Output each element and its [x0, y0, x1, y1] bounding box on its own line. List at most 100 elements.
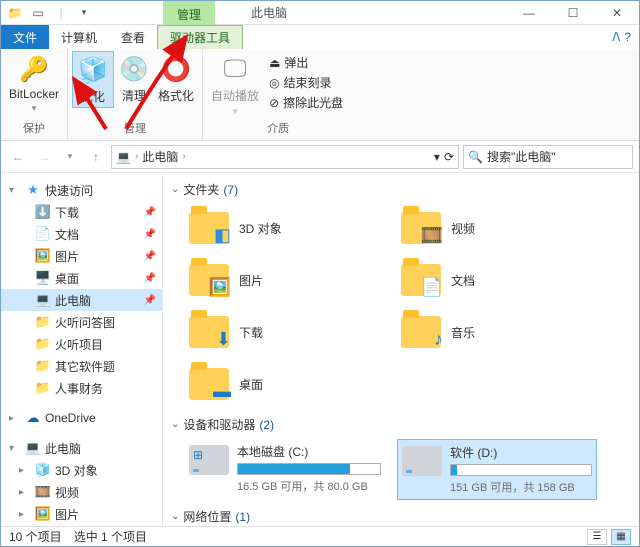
ribbon: 🔑 BitLocker ▾ 保护 🧊 优化 💿 清理 ⭕ 格式化 管理	[1, 49, 639, 141]
nav-up-button[interactable]: ↑	[85, 146, 107, 168]
quick-access-toolbar: 📁 ▭ | ▾	[1, 3, 98, 23]
folder-3d-objects[interactable]: ◧3D 对象	[185, 204, 385, 252]
eject-icon: ⏏	[269, 56, 280, 70]
tab-view[interactable]: 查看	[109, 25, 157, 49]
autoplay-label: 自动播放	[211, 87, 259, 104]
folder-pictures[interactable]: 🖼️图片	[185, 256, 385, 304]
folder-icon: 📁	[35, 336, 51, 352]
nav-forward-button[interactable]: →	[33, 146, 55, 168]
autoplay-icon: 🖵	[219, 53, 251, 85]
nav-downloads[interactable]: ⬇️下载📌	[1, 201, 162, 223]
folders-grid: ◧3D 对象 🎞️视频 🖼️图片 📄文档 ⬇下载 ♪音乐 ▬桌面	[185, 204, 631, 408]
status-bar: 10 个项目 选中 1 个项目 ☰ ▦	[1, 526, 639, 546]
erase-icon: ⊘	[269, 96, 279, 110]
drive-c[interactable]: ⊞ 本地磁盘 (C:) 16.5 GB 可用，共 80.0 GB	[185, 439, 385, 500]
details-view-button[interactable]: ☰	[587, 529, 607, 545]
breadcrumb-dropdown-icon[interactable]: ▾	[434, 150, 440, 164]
folder-icon: 📁	[35, 358, 51, 374]
dropdown-icon: ▾	[233, 106, 238, 117]
autoplay-button[interactable]: 🖵 自动播放 ▾	[207, 51, 263, 119]
content-pane: ⌄ 文件夹 (7) ◧3D 对象 🎞️视频 🖼️图片 📄文档 ⬇下载 ♪音乐 ▬…	[163, 173, 639, 529]
icons-view-button[interactable]: ▦	[611, 529, 631, 545]
erase-disc-button[interactable]: ⊘擦除此光盘	[267, 93, 345, 112]
group-header-network[interactable]: ⌄ 网络位置 (1)	[171, 508, 631, 525]
pc-icon: 💻	[35, 292, 51, 308]
folder-videos[interactable]: 🎞️视频	[397, 204, 597, 252]
nav-pictures[interactable]: 🖼️图片📌	[1, 245, 162, 267]
folder-documents[interactable]: 📄文档	[397, 256, 597, 304]
optimize-button[interactable]: 🧊 优化	[72, 51, 114, 108]
chevron-right-icon: ▸	[19, 465, 31, 476]
folder-music[interactable]: ♪音乐	[397, 308, 597, 356]
qat-dropdown-icon[interactable]: ▾	[74, 3, 94, 23]
drive-capacity-text: 151 GB 可用，共 158 GB	[450, 479, 592, 495]
chevron-down-icon: ⌄	[171, 511, 179, 522]
nav-quick-access[interactable]: ▾★快速访问	[1, 179, 162, 201]
nav-this-pc-root[interactable]: ▾💻此电脑	[1, 437, 162, 459]
refresh-icon[interactable]: ⟳	[444, 150, 454, 164]
drive-capacity-text: 16.5 GB 可用，共 80.0 GB	[237, 478, 381, 494]
group-header-folders[interactable]: ⌄ 文件夹 (7)	[171, 181, 631, 198]
tab-computer[interactable]: 计算机	[49, 25, 109, 49]
ribbon-group-manage: 🧊 优化 💿 清理 ⭕ 格式化 管理	[68, 49, 203, 140]
eject-button[interactable]: ⏏弹出	[267, 53, 345, 72]
nav-recent-button[interactable]: ▾	[59, 146, 81, 168]
folder-desktop[interactable]: ▬桌面	[185, 360, 385, 408]
chevron-right-icon: ▸	[19, 509, 31, 520]
pin-icon: 📌	[144, 229, 156, 240]
nav-pc-3d[interactable]: ▸🧊3D 对象	[1, 459, 162, 481]
nav-folder-2[interactable]: 📁火听项目	[1, 333, 162, 355]
breadcrumb-root[interactable]: 此电脑	[142, 148, 178, 165]
pc-icon: 💻	[116, 150, 131, 164]
chevron-right-icon: ›	[135, 151, 138, 162]
properties-icon[interactable]: ▭	[28, 3, 48, 23]
nav-pc-pictures[interactable]: ▸🖼️图片	[1, 503, 162, 525]
chevron-down-icon: ⌄	[171, 419, 179, 430]
group-header-devices[interactable]: ⌄ 设备和驱动器 (2)	[171, 416, 631, 433]
finish-burn-button[interactable]: ◎结束刻录	[267, 73, 345, 92]
format-icon: ⭕	[160, 53, 192, 85]
bitlocker-button[interactable]: 🔑 BitLocker ▾	[5, 51, 63, 116]
breadcrumb[interactable]: 💻 › 此电脑 › ▾ ⟳	[111, 145, 459, 169]
navigation-pane: ▾★快速访问 ⬇️下载📌 📄文档📌 🖼️图片📌 🖥️桌面📌 💻此电脑📌 📁火听问…	[1, 173, 163, 529]
nav-folder-4[interactable]: 📁人事财务	[1, 377, 162, 399]
cleanup-button[interactable]: 💿 清理	[114, 51, 154, 106]
folder-downloads[interactable]: ⬇下载	[185, 308, 385, 356]
drive-icon: ⊞	[189, 445, 229, 475]
nav-desktop[interactable]: 🖥️桌面📌	[1, 267, 162, 289]
minimize-button[interactable]: —	[507, 1, 551, 25]
folder-icon: 🖼️	[187, 258, 231, 302]
ribbon-collapse-icon[interactable]: ᐱ ?	[612, 25, 631, 49]
folder-icon: ♪	[399, 310, 443, 354]
optimize-icon: 🧊	[77, 54, 109, 86]
star-icon: ★	[25, 182, 41, 198]
bitlocker-label: BitLocker	[9, 87, 59, 101]
search-input[interactable]: 🔍 搜索"此电脑"	[463, 145, 633, 169]
format-button[interactable]: ⭕ 格式化	[154, 51, 198, 106]
maximize-button[interactable]: ☐	[551, 1, 595, 25]
nav-documents[interactable]: 📄文档📌	[1, 223, 162, 245]
nav-onedrive[interactable]: ▸☁OneDrive	[1, 407, 162, 429]
nav-this-pc[interactable]: 💻此电脑📌	[1, 289, 162, 311]
nav-pc-video[interactable]: ▸🎞️视频	[1, 481, 162, 503]
nav-back-button[interactable]: ←	[7, 146, 29, 168]
group-count: (1)	[235, 510, 250, 524]
chevron-down-icon: ▾	[9, 443, 21, 454]
folder-icon: 📄	[399, 258, 443, 302]
nav-folder-3[interactable]: 📁其它软件题	[1, 355, 162, 377]
ribbon-tabs: 文件 计算机 查看 驱动器工具 ᐱ ?	[1, 25, 639, 49]
close-button[interactable]: ✕	[595, 1, 639, 25]
drive-d[interactable]: 软件 (D:) 151 GB 可用，共 158 GB	[397, 439, 597, 500]
media-small-buttons: ⏏弹出 ◎结束刻录 ⊘擦除此光盘	[263, 51, 349, 114]
chevron-right-icon: ▸	[9, 413, 21, 424]
nav-folder-1[interactable]: 📁火听问答图	[1, 311, 162, 333]
chevron-down-icon: ▾	[9, 185, 21, 196]
group-label-media: 介质	[267, 120, 289, 138]
title-bar: 📁 ▭ | ▾ 管理 此电脑 — ☐ ✕	[1, 1, 639, 25]
status-selected: 选中 1 个项目	[74, 528, 147, 545]
tab-drive-tools[interactable]: 驱动器工具	[157, 25, 243, 49]
tab-file[interactable]: 文件	[1, 25, 49, 49]
drive-icon	[402, 446, 442, 476]
drive-label: 本地磁盘 (C:)	[237, 443, 381, 460]
chevron-down-icon: ⌄	[171, 184, 179, 195]
